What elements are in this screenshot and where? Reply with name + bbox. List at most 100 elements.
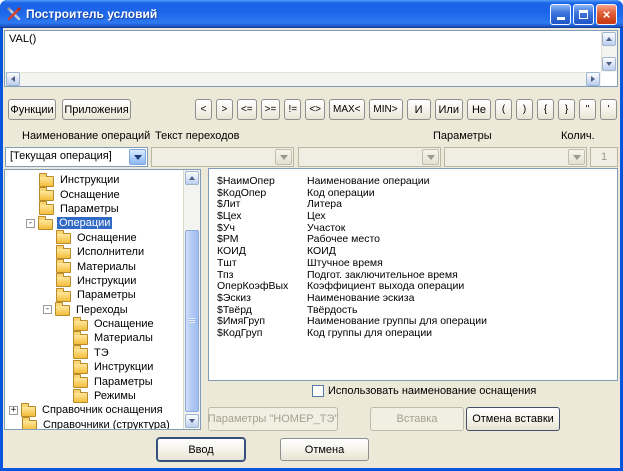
dropdown-button[interactable] <box>422 149 439 165</box>
tree-item-materialy[interactable]: Материалы <box>5 259 183 274</box>
variable-row[interactable]: $Цех Цех <box>217 210 613 223</box>
tree-item-perekhody-osnashchenie[interactable]: Оснащение <box>5 316 183 331</box>
maximize-icon <box>579 9 588 19</box>
operator-max-button[interactable]: MAX< <box>329 99 365 120</box>
variable-row[interactable]: $Уч Участок <box>217 222 613 235</box>
tree-item-spravochniki-struktura[interactable]: Справочники (структура) <box>5 417 183 429</box>
tree-item-operacii[interactable]: - Операции <box>5 215 183 230</box>
tree-item-ispolniteli[interactable]: Исполнители <box>5 244 183 259</box>
transitions-combo[interactable] <box>151 147 294 167</box>
tree-item-operacii-instrukcii[interactable]: Инструкции <box>5 273 183 288</box>
maximize-button[interactable] <box>573 3 594 25</box>
tree-item-rezhimy[interactable]: Режимы <box>5 388 183 403</box>
folder-icon <box>55 302 70 317</box>
variable-row[interactable]: $РМ Рабочее место <box>217 234 613 246</box>
operator-rparen-button[interactable]: ) <box>516 99 533 120</box>
operator-not-button[interactable]: Не <box>467 99 491 120</box>
scroll-right-button[interactable] <box>586 72 600 86</box>
variable-row[interactable]: ОперКоэфВых Коэффициент выхода операции <box>217 281 613 293</box>
folder-icon <box>56 244 71 259</box>
folder-icon <box>73 345 88 360</box>
scrollbar-thumb[interactable] <box>185 230 199 412</box>
folder-icon <box>73 316 88 331</box>
tree-item-perekhody-materialy[interactable]: Материалы <box>5 330 183 345</box>
quantity-field[interactable]: 1 <box>590 147 618 167</box>
dropdown-button[interactable] <box>568 149 585 165</box>
variable-row[interactable]: Тшт Штучное время <box>217 257 613 270</box>
parameters-label: Параметры <box>433 130 492 142</box>
operation-combo[interactable]: [Текущая операция] <box>5 147 148 167</box>
variable-row[interactable]: $КодГруп Код группы для операции <box>217 327 613 340</box>
tree-item-perekhody-instrukcii[interactable]: Инструкции <box>5 359 183 374</box>
middle-combo-value <box>299 148 421 166</box>
operator-gt-button[interactable]: > <box>215 99 233 120</box>
variable-row[interactable]: $НаимОпер Наименование операции <box>217 175 613 188</box>
variable-row[interactable]: КОИД КОИД <box>217 246 613 258</box>
variable-row[interactable]: $Лит Литера <box>217 199 613 211</box>
operator-lbrace-button[interactable]: { <box>537 99 554 120</box>
parameters-nomer-te-button[interactable]: Параметры "НОМЕР_ТЭ" <box>208 407 338 431</box>
operator-min-button[interactable]: MIN> <box>368 99 403 120</box>
chevron-down-icon <box>279 155 288 164</box>
operator-ge-button[interactable]: >= <box>260 99 281 120</box>
expression-editor[interactable]: VAL() <box>4 30 618 87</box>
operator-ne-button[interactable]: != <box>284 99 302 120</box>
title-bar[interactable]: Построитель условий × <box>0 0 623 28</box>
tree-scrollbar[interactable] <box>183 170 200 429</box>
use-tooling-name-checkbox[interactable] <box>312 385 324 397</box>
app-icon <box>7 7 21 21</box>
tree-item-te[interactable]: ТЭ <box>5 345 183 360</box>
operator-neq-button[interactable]: <> <box>305 99 325 120</box>
ok-button[interactable]: Ввод <box>157 438 245 461</box>
arrow-up-icon <box>189 173 195 180</box>
close-button[interactable]: × <box>596 3 617 25</box>
dropdown-button[interactable] <box>129 149 146 165</box>
tree-item-instrukcii[interactable]: Инструкции <box>5 172 183 187</box>
collapse-icon[interactable]: - <box>43 305 52 315</box>
operator-toolbar: < > <= >= != <> MAX< MIN> И Или Не ( ) {… <box>194 99 617 120</box>
expression-hscrollbar[interactable] <box>5 72 601 86</box>
scroll-down-button[interactable] <box>185 414 199 428</box>
operator-or-button[interactable]: Или <box>434 99 463 120</box>
cancel-button[interactable]: Отмена <box>280 438 369 461</box>
operator-and-button[interactable]: И <box>406 99 431 120</box>
arrow-up-icon <box>606 34 612 41</box>
middle-combo[interactable] <box>298 147 441 167</box>
operator-squote-button[interactable]: ' <box>600 99 617 120</box>
arrow-left-icon <box>8 76 15 82</box>
operator-dquote-button[interactable]: " <box>579 99 596 120</box>
expression-value: VAL() <box>9 33 37 45</box>
variable-row[interactable]: $КодОпер Код операции <box>217 187 613 200</box>
parameters-combo[interactable] <box>444 147 587 167</box>
dropdown-button[interactable] <box>275 149 292 165</box>
operator-lparen-button[interactable]: ( <box>495 99 512 120</box>
operator-le-button[interactable]: <= <box>236 99 257 120</box>
variable-row[interactable]: $Эскиз Наименование эскиза <box>217 292 613 305</box>
operator-rbrace-button[interactable]: } <box>558 99 575 120</box>
scroll-left-button[interactable] <box>6 72 20 86</box>
operator-lt-button[interactable]: < <box>194 99 212 120</box>
tree-item-osnashchenie[interactable]: Оснащение <box>5 187 183 202</box>
arrow-down-icon <box>606 62 612 69</box>
folder-icon <box>73 374 88 389</box>
scroll-up-button[interactable] <box>185 171 199 185</box>
minimize-button[interactable] <box>550 3 571 25</box>
tree-item-operacii-parametry[interactable]: Параметры <box>5 287 183 302</box>
cancel-insert-button[interactable]: Отмена вставки <box>466 407 560 431</box>
tree-item-perekhody[interactable]: - Переходы <box>5 302 183 317</box>
transition-text-label: Текст переходов <box>155 130 240 142</box>
scroll-down-button[interactable] <box>602 57 616 71</box>
variables-list: $НаимОпер Наименование операции $КодОпер К… <box>208 168 618 381</box>
expand-icon[interactable]: + <box>9 405 18 415</box>
folder-icon <box>22 417 37 429</box>
dialog-content: VAL() Функции Приложения < > <= >= != <>… <box>3 28 620 468</box>
applications-button[interactable]: Приложения <box>62 99 131 120</box>
functions-button[interactable]: Функции <box>8 99 56 120</box>
collapse-icon[interactable]: - <box>26 218 35 228</box>
tree-item-operacii-osnashchenie[interactable]: Оснащение <box>5 230 183 245</box>
tree-item-spravochnik-osnashcheniya[interactable]: + Справочник оснащения <box>5 402 183 417</box>
insert-button[interactable]: Вставка <box>370 407 464 431</box>
tree-item-parametry[interactable]: Параметры <box>5 201 183 216</box>
scroll-up-button[interactable] <box>602 32 616 46</box>
tree-item-perekhody-parametry[interactable]: Параметры <box>5 374 183 389</box>
